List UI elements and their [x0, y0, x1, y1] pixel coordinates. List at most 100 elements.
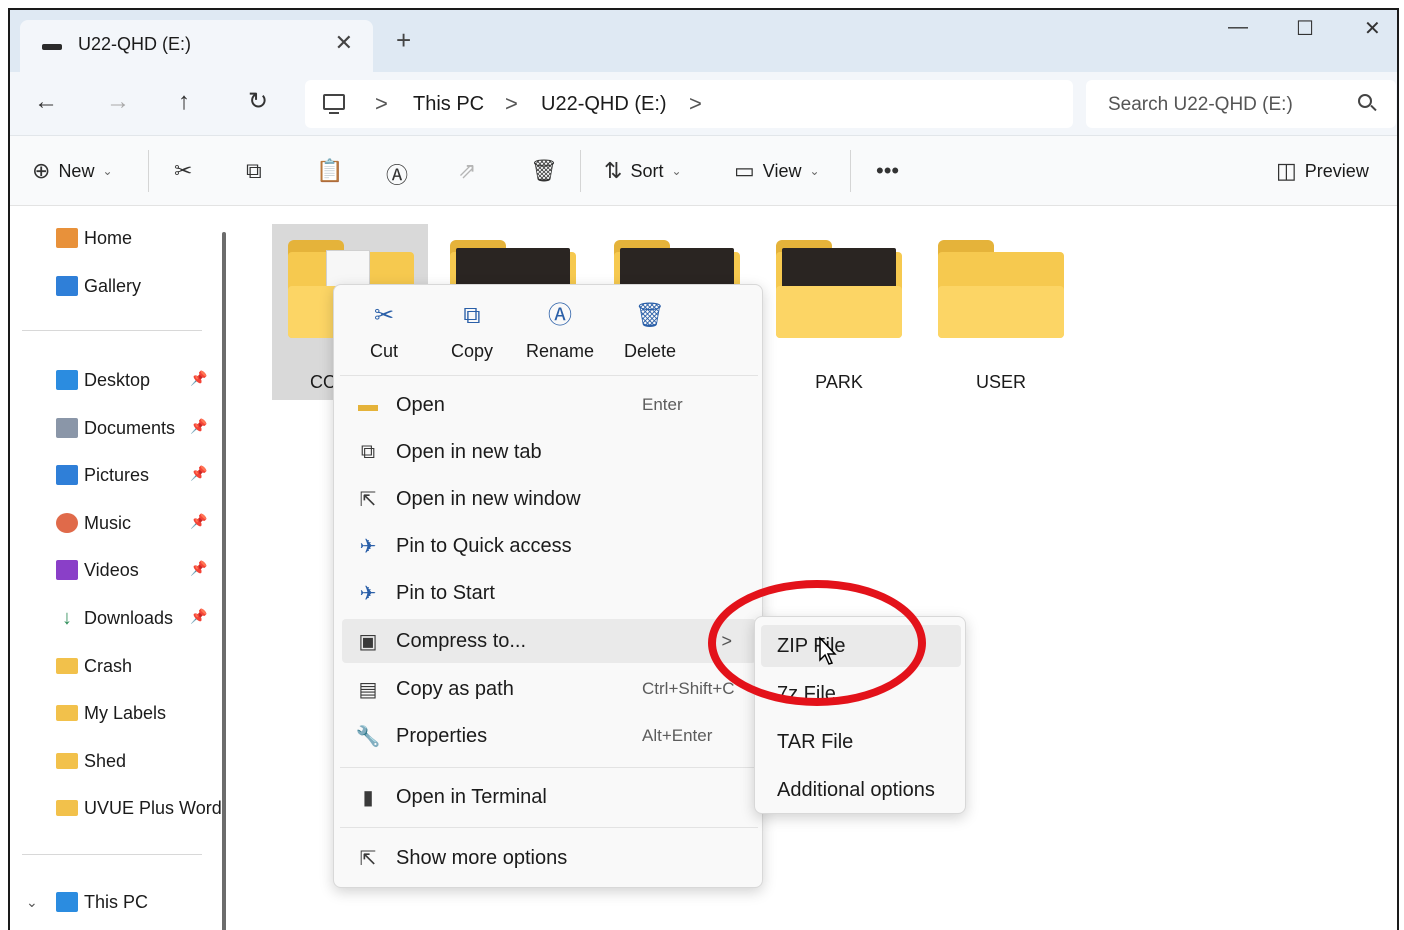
pin-icon: 📌	[190, 465, 208, 481]
sidebar-item-downloads[interactable]: ↓ Downloads	[56, 604, 173, 632]
breadcrumb-this-pc[interactable]: This PC	[413, 93, 484, 116]
share-button[interactable]: ⇗	[458, 158, 476, 184]
menu-item-open-new-tab[interactable]: ⧉ Open in new tab	[342, 430, 756, 474]
menu-item-show-more-options[interactable]: ⇱ Show more options	[342, 836, 756, 880]
folder-item-park[interactable]	[776, 240, 902, 338]
music-icon	[56, 513, 78, 533]
divider	[580, 150, 581, 192]
folder-item-user[interactable]	[938, 240, 1064, 338]
sort-icon: ⇅	[604, 158, 623, 183]
menu-item-label: Pin to Start	[396, 581, 495, 604]
sidebar-item-crash[interactable]: Crash	[56, 652, 132, 680]
pin-icon: 📌	[190, 608, 208, 624]
address-bar[interactable]: > This PC > U22-QHD (E:) >	[305, 80, 1073, 128]
copy-action[interactable]: ⧉ Copy	[432, 301, 512, 362]
path-icon: ▤	[358, 678, 378, 701]
breadcrumb-separator[interactable]: >	[375, 91, 388, 117]
up-button[interactable]: ↑	[178, 88, 190, 116]
wrench-icon: 🔧	[355, 725, 381, 748]
breadcrumb-separator[interactable]: >	[505, 91, 518, 117]
forward-button[interactable]: →	[106, 88, 130, 116]
sidebar-item-videos[interactable]: Videos	[56, 556, 139, 584]
sidebar-item-home[interactable]: Home	[56, 224, 132, 252]
rename-button[interactable]: Ⓐ	[386, 158, 408, 190]
chevron-down-icon[interactable]: ⌄	[26, 894, 38, 911]
preview-button[interactable]: ◫ Preview	[1276, 158, 1369, 184]
rename-icon: Ⓐ	[548, 302, 572, 329]
search-icon[interactable]	[1358, 94, 1372, 108]
sidebar-item-label: UVUE Plus Word	[84, 797, 222, 818]
maximize-button[interactable]: ☐	[1296, 16, 1314, 41]
menu-item-pin-start[interactable]: ✈ Pin to Start	[342, 571, 756, 615]
copy-button[interactable]: ⧉	[246, 158, 262, 184]
view-button[interactable]: ▭ View ⌄	[734, 158, 820, 184]
chevron-down-icon: ⌄	[102, 164, 113, 178]
submenu-item-additional-options[interactable]: Additional options	[761, 769, 961, 811]
sidebar-item-label: Home	[84, 227, 133, 248]
sidebar-scrollbar[interactable]	[222, 232, 226, 930]
navigation-pane: Home Gallery Desktop 📌 Documents 📌 Pictu…	[10, 206, 230, 930]
cut-action[interactable]: ✂ Cut	[344, 301, 424, 362]
sidebar-item-desktop[interactable]: Desktop	[56, 366, 150, 394]
tab-u22-qhd[interactable]: U22-QHD (E:) ✕	[20, 20, 373, 72]
sidebar-item-label: Gallery	[84, 275, 142, 296]
menu-item-properties[interactable]: 🔧 Properties Alt+Enter	[342, 714, 756, 758]
home-icon	[56, 228, 78, 248]
tab-close-icon[interactable]: ✕	[335, 30, 353, 56]
delete-action[interactable]: 🗑 Delete	[610, 301, 690, 362]
monitor-icon	[323, 94, 345, 114]
sidebar-item-my-labels[interactable]: My Labels	[56, 699, 166, 727]
sidebar-item-shed[interactable]: Shed	[56, 747, 126, 775]
sidebar-item-this-pc[interactable]: This PC	[56, 888, 148, 916]
delete-button[interactable]: 🗑	[530, 158, 558, 184]
sidebar-item-pictures[interactable]: Pictures	[56, 461, 149, 489]
close-button[interactable]: ✕	[1364, 16, 1381, 41]
sidebar-item-label: This PC	[84, 891, 149, 912]
divider	[850, 150, 851, 192]
more-options-button[interactable]: •••	[876, 158, 899, 184]
menu-item-label: Open	[396, 393, 445, 416]
menu-divider	[340, 375, 758, 376]
breadcrumb-drive[interactable]: U22-QHD (E:)	[541, 93, 667, 116]
search-input[interactable]: Search U22-QHD (E:)	[1086, 80, 1396, 128]
menu-divider	[340, 767, 758, 768]
pin-icon: ✈	[359, 535, 377, 558]
rename-action[interactable]: Ⓐ Rename	[520, 301, 600, 362]
search-placeholder: Search U22-QHD (E:)	[1108, 94, 1293, 115]
refresh-button[interactable]: ↻	[248, 88, 268, 116]
sidebar-item-label: My Labels	[84, 702, 167, 723]
menu-item-compress-to[interactable]: ▣ Compress to... >	[342, 619, 756, 663]
cut-button[interactable]: ✂	[174, 158, 192, 184]
menu-item-pin-quick-access[interactable]: ✈ Pin to Quick access	[342, 524, 756, 568]
submenu-item-tar[interactable]: TAR File	[761, 721, 961, 763]
trash-icon: 🗑	[530, 158, 558, 183]
menu-item-open[interactable]: ▬ Open Enter	[342, 383, 756, 427]
sidebar-item-gallery[interactable]: Gallery	[56, 272, 141, 300]
folder-front	[938, 286, 1064, 338]
sidebar-item-uvue-plus-word[interactable]: UVUE Plus Word	[56, 794, 222, 822]
sidebar-item-label: Documents	[84, 417, 176, 438]
menu-item-copy-as-path[interactable]: ▤ Copy as path Ctrl+Shift+C	[342, 667, 756, 711]
sidebar-item-documents[interactable]: Documents	[56, 414, 175, 442]
menu-item-open-new-window[interactable]: ⇱ Open in new window	[342, 477, 756, 521]
videos-icon	[56, 560, 78, 580]
folder-icon	[56, 800, 78, 816]
rename-label: Rename	[525, 341, 595, 361]
folder-icon	[56, 705, 78, 721]
sidebar-item-music[interactable]: Music	[56, 509, 131, 537]
new-button[interactable]: ⊕ New ⌄	[32, 158, 113, 184]
minimize-button[interactable]: —	[1228, 16, 1248, 39]
rename-icon: Ⓐ	[386, 163, 409, 188]
shortcut-label: Ctrl+Shift+C	[642, 679, 735, 698]
tab-label: U22-QHD (E:)	[78, 34, 192, 54]
paste-button[interactable]: 📋	[316, 158, 343, 184]
back-button[interactable]: ←	[34, 88, 58, 116]
scissors-icon: ✂	[373, 302, 395, 329]
breadcrumb-separator[interactable]: >	[689, 91, 702, 117]
shortcut-label: Enter	[642, 395, 683, 414]
menu-item-open-terminal[interactable]: ▮ Open in Terminal	[342, 775, 756, 819]
copy-label: Copy	[450, 341, 494, 361]
menu-item-label: Open in new tab	[396, 440, 542, 463]
new-tab-button[interactable]: +	[396, 26, 411, 54]
sort-button[interactable]: ⇅ Sort ⌄	[604, 158, 682, 184]
